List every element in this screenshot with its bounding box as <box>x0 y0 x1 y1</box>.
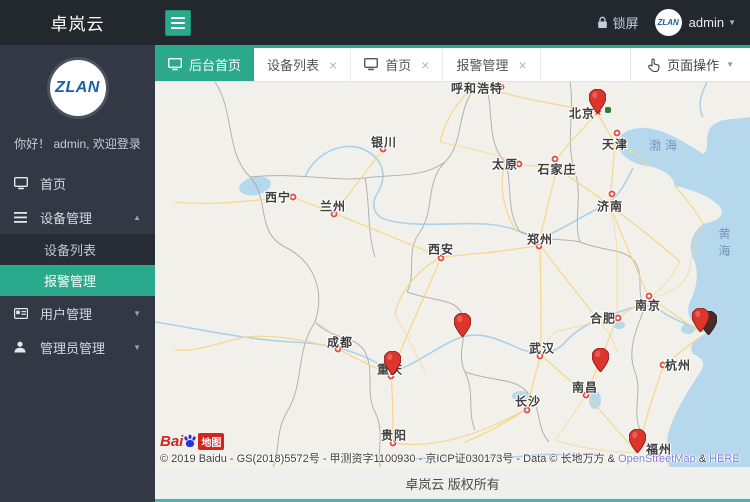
hand-pointer-icon <box>647 58 660 72</box>
sea-label-黄海: 黄海 <box>719 225 740 259</box>
user-avatar[interactable]: ZLAN <box>655 9 682 36</box>
city-label-贵阳: 贵阳 <box>381 427 407 444</box>
chevron-down-icon: ▼ <box>726 60 734 69</box>
greeting-text: 你好！ admin, 欢迎登录 <box>0 135 155 152</box>
city-label-银川: 银川 <box>371 134 397 151</box>
tab-label: 报警管理 <box>456 55 508 74</box>
city-label-兰州: 兰州 <box>320 198 346 215</box>
tab-close-icon[interactable]: × <box>329 57 337 73</box>
sidebar-menu: 首页设备管理 ▲ 设备列表报警管理用户管理 ▼ 管理员管理 ▼ <box>0 166 155 364</box>
brand-title: 卓岚云 <box>0 10 155 35</box>
here-link[interactable]: HERE <box>709 453 740 465</box>
baidu-paw-icon <box>183 434 197 448</box>
city-label-合肥: 合肥 <box>590 310 616 327</box>
monitor-icon <box>364 58 378 71</box>
city-label-南京: 南京 <box>635 297 661 314</box>
user-menu[interactable]: admin ▼ <box>689 15 736 30</box>
device-marker-北京[interactable] <box>589 89 606 118</box>
tab-close-icon[interactable]: × <box>518 57 526 73</box>
username: admin <box>689 15 724 30</box>
tabs: 后台首页 设备列表 × 首页 × 报警管理 × <box>155 48 541 81</box>
copyright-footer: 卓岚云 版权所有 <box>155 467 750 502</box>
sidebar: ZLAN 你好！ admin, 欢迎登录 首页设备管理▲设备列表报警管理用户管理… <box>0 45 155 502</box>
monitor-icon <box>14 177 30 190</box>
city-label-石家庄: 石家庄 <box>537 161 576 178</box>
city-label-西宁: 西宁 <box>265 189 291 206</box>
page-actions-label: 页面操作 <box>667 55 719 74</box>
lock-screen-button[interactable]: 锁屏 <box>597 13 639 32</box>
city-label-成都: 成都 <box>327 334 353 351</box>
sidebar-logo: ZLAN <box>47 57 109 119</box>
sidebar-item-用户管理[interactable]: 用户管理 ▼ <box>0 296 155 330</box>
tab-label: 设备列表 <box>267 55 319 74</box>
lock-label: 锁屏 <box>613 13 639 32</box>
city-label-太原: 太原 <box>492 156 518 173</box>
device-marker-重庆[interactable] <box>384 351 401 380</box>
tab-close-icon[interactable]: × <box>421 57 429 73</box>
idcard-icon <box>14 308 30 319</box>
city-dot-济南 <box>609 191 616 198</box>
main-content: 后台首页 设备列表 × 首页 × 报警管理 × 页面操作 ▼ <box>155 45 750 502</box>
tab-首页[interactable]: 首页 × <box>351 48 443 81</box>
city-label-呼和浩特: 呼和浩特 <box>451 82 503 97</box>
city-label-杭州: 杭州 <box>665 357 691 374</box>
baidu-logo[interactable]: Bai 地图 <box>160 432 224 450</box>
chevron-down-icon: ▼ <box>133 309 141 318</box>
tab-报警管理[interactable]: 报警管理 × <box>443 48 540 81</box>
sidebar-toggle-button[interactable] <box>165 10 191 36</box>
city-label-西安: 西安 <box>428 241 454 258</box>
city-label-郑州: 郑州 <box>527 231 553 248</box>
city-label-济南: 济南 <box>597 198 623 215</box>
device-marker-九江[interactable] <box>592 348 609 377</box>
submenu-item-设备列表[interactable]: 设备列表 <box>0 234 155 265</box>
sea-label-渤海: 渤海 <box>649 137 681 154</box>
tab-label: 后台首页 <box>189 55 241 74</box>
sidebar-item-管理员管理[interactable]: 管理员管理 ▼ <box>0 330 155 364</box>
list-icon <box>14 212 30 223</box>
monitor-icon <box>168 58 182 71</box>
map-attribution: © 2019 Baidu - GS(2018)5572号 - 甲测资字11009… <box>160 450 740 466</box>
chevron-down-icon: ▼ <box>133 343 141 352</box>
sidebar-item-label: 管理员管理 <box>40 338 105 357</box>
tab-后台首页[interactable]: 后台首页 <box>155 48 254 81</box>
green-marker-icon <box>605 107 611 113</box>
sidebar-item-首页[interactable]: 首页 <box>0 166 155 200</box>
app-window: 卓岚云 锁屏 ZLAN admin ▼ ZLAN <box>0 0 750 502</box>
tab-设备列表[interactable]: 设备列表 × <box>254 48 351 81</box>
baidu-map[interactable]: 呼和浩特★北京天津石家庄太原济南郑州西安银川西宁兰州成都重庆贵阳武汉长沙南京合肥… <box>155 82 750 467</box>
chevron-up-icon: ▲ <box>133 213 141 222</box>
device-marker-宜昌[interactable] <box>454 313 471 342</box>
sidebar-item-label: 设备管理 <box>40 208 92 227</box>
sidebar-item-label: 首页 <box>40 174 66 193</box>
top-header: 卓岚云 锁屏 ZLAN admin ▼ <box>0 0 750 45</box>
city-label-武汉: 武汉 <box>529 340 555 357</box>
chevron-down-icon: ▼ <box>728 18 736 27</box>
page-actions-button[interactable]: 页面操作 ▼ <box>630 48 750 81</box>
submenu: 设备列表报警管理 <box>0 234 155 296</box>
hamburger-icon <box>171 17 185 19</box>
sidebar-item-设备管理[interactable]: 设备管理 ▲ <box>0 200 155 234</box>
city-label-天津: 天津 <box>602 136 628 153</box>
person-icon <box>14 341 30 353</box>
tab-bar: 后台首页 设备列表 × 首页 × 报警管理 × 页面操作 ▼ <box>155 45 750 82</box>
device-marker-上海[interactable] <box>692 308 709 337</box>
header-right: 锁屏 ZLAN admin ▼ <box>597 9 750 36</box>
tab-label: 首页 <box>385 55 411 74</box>
submenu-item-报警管理[interactable]: 报警管理 <box>0 265 155 296</box>
sidebar-item-label: 用户管理 <box>40 304 92 323</box>
city-label-南昌: 南昌 <box>572 379 598 396</box>
lock-icon <box>597 16 608 29</box>
city-label-长沙: 长沙 <box>515 393 541 410</box>
openstreetmap-link[interactable]: OpenStreetMap <box>618 453 696 465</box>
